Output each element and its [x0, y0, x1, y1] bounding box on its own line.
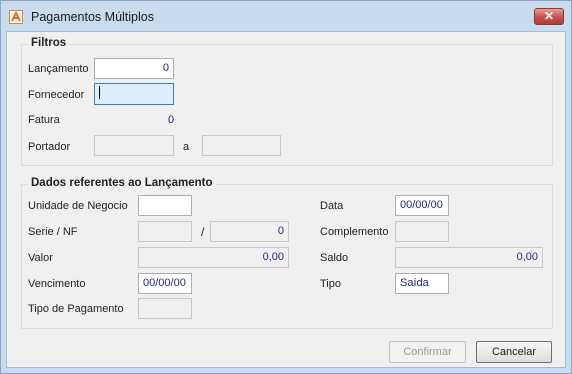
saldo-input[interactable]: 0,00 — [395, 247, 543, 268]
complemento-input[interactable] — [395, 221, 449, 242]
fornecedor-input[interactable] — [94, 83, 174, 105]
tipo-input[interactable]: Saída — [395, 273, 449, 294]
tipo-pagamento-input[interactable] — [138, 298, 192, 319]
portador-separator: a — [183, 141, 190, 153]
data-label: Data — [320, 200, 344, 212]
serie-nf-separator: / — [201, 225, 205, 239]
nf-input[interactable]: 0 — [210, 221, 289, 242]
lancamento-input[interactable]: 0 — [94, 58, 174, 79]
vencimento-input[interactable]: 00/00/00 — [138, 273, 192, 294]
tipo-pagamento-label: Tipo de Pagamento — [28, 303, 124, 315]
dialog-body: Filtros Lançamento 0 Fornecedor Fatura 0… — [6, 31, 566, 368]
cancel-button[interactable]: Cancelar — [476, 341, 552, 363]
fornecedor-label: Fornecedor — [28, 89, 85, 101]
app-logo-icon — [9, 10, 23, 24]
fatura-value: 0 — [168, 114, 175, 126]
close-button[interactable]: ✕ — [534, 8, 564, 25]
close-icon: ✕ — [543, 9, 555, 23]
dados-title: Dados referentes ao Lançamento — [28, 177, 216, 189]
complemento-label: Complemento — [320, 226, 389, 238]
dialog-window: Pagamentos Múltiplos ✕ Filtros Lançament… — [0, 0, 572, 374]
valor-label: Valor — [28, 252, 53, 264]
unidade-negocio-input[interactable] — [138, 195, 192, 216]
saldo-label: Saldo — [320, 252, 349, 264]
title-bar[interactable]: Pagamentos Múltiplos ✕ — [1, 1, 571, 31]
text-caret — [99, 85, 100, 99]
data-input[interactable]: 00/00/00 — [395, 195, 449, 216]
portador-from-input[interactable] — [94, 135, 174, 156]
portador-label: Portador — [28, 141, 71, 153]
confirm-button[interactable]: Confirmar — [389, 341, 466, 363]
serie-input[interactable] — [138, 221, 192, 242]
portador-to-input[interactable] — [202, 135, 281, 156]
window-title: Pagamentos Múltiplos — [31, 10, 154, 24]
serie-nf-label: Serie / NF — [28, 226, 78, 238]
valor-input[interactable]: 0,00 — [138, 247, 289, 268]
lancamento-label: Lançamento — [28, 63, 89, 75]
fatura-label: Fatura — [28, 114, 60, 126]
unidade-negocio-label: Unidade de Negocio — [28, 200, 128, 212]
tipo-label: Tipo — [320, 278, 341, 290]
filtros-title: Filtros — [28, 37, 70, 49]
vencimento-label: Vencimento — [28, 278, 86, 290]
